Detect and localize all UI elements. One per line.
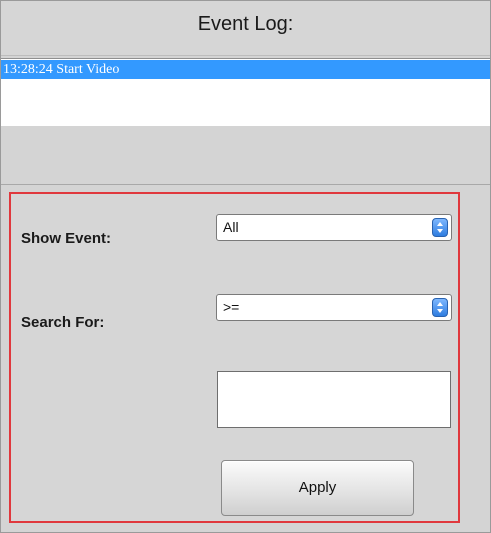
apply-button-label: Apply <box>298 479 337 496</box>
apply-button[interactable]: Apply <box>221 460 414 516</box>
search-for-value: >= <box>223 299 240 315</box>
event-log-title: Event Log: <box>197 13 294 35</box>
search-for-select[interactable]: >= <box>216 294 452 321</box>
section-divider <box>1 184 490 185</box>
show-event-label: Show Event: <box>21 230 112 247</box>
event-log-window: Event Log: 13:28:24 Start Video Show Eve… <box>0 0 491 533</box>
log-entry-selected[interactable]: 13:28:24 Start Video <box>1 60 490 79</box>
show-event-select[interactable]: All <box>216 214 452 241</box>
event-log-header: Event Log: <box>1 1 490 56</box>
search-text-input[interactable] <box>217 371 451 428</box>
log-spacer <box>1 126 490 184</box>
show-event-value: All <box>223 219 239 235</box>
up-down-arrow-icon[interactable] <box>432 298 448 317</box>
event-log-list[interactable]: 13:28:24 Start Video <box>1 58 490 127</box>
up-down-arrow-icon[interactable] <box>432 218 448 237</box>
search-for-label: Search For: <box>21 314 105 331</box>
filter-panel: Show Event: All Search For: >= Apply <box>9 192 460 523</box>
